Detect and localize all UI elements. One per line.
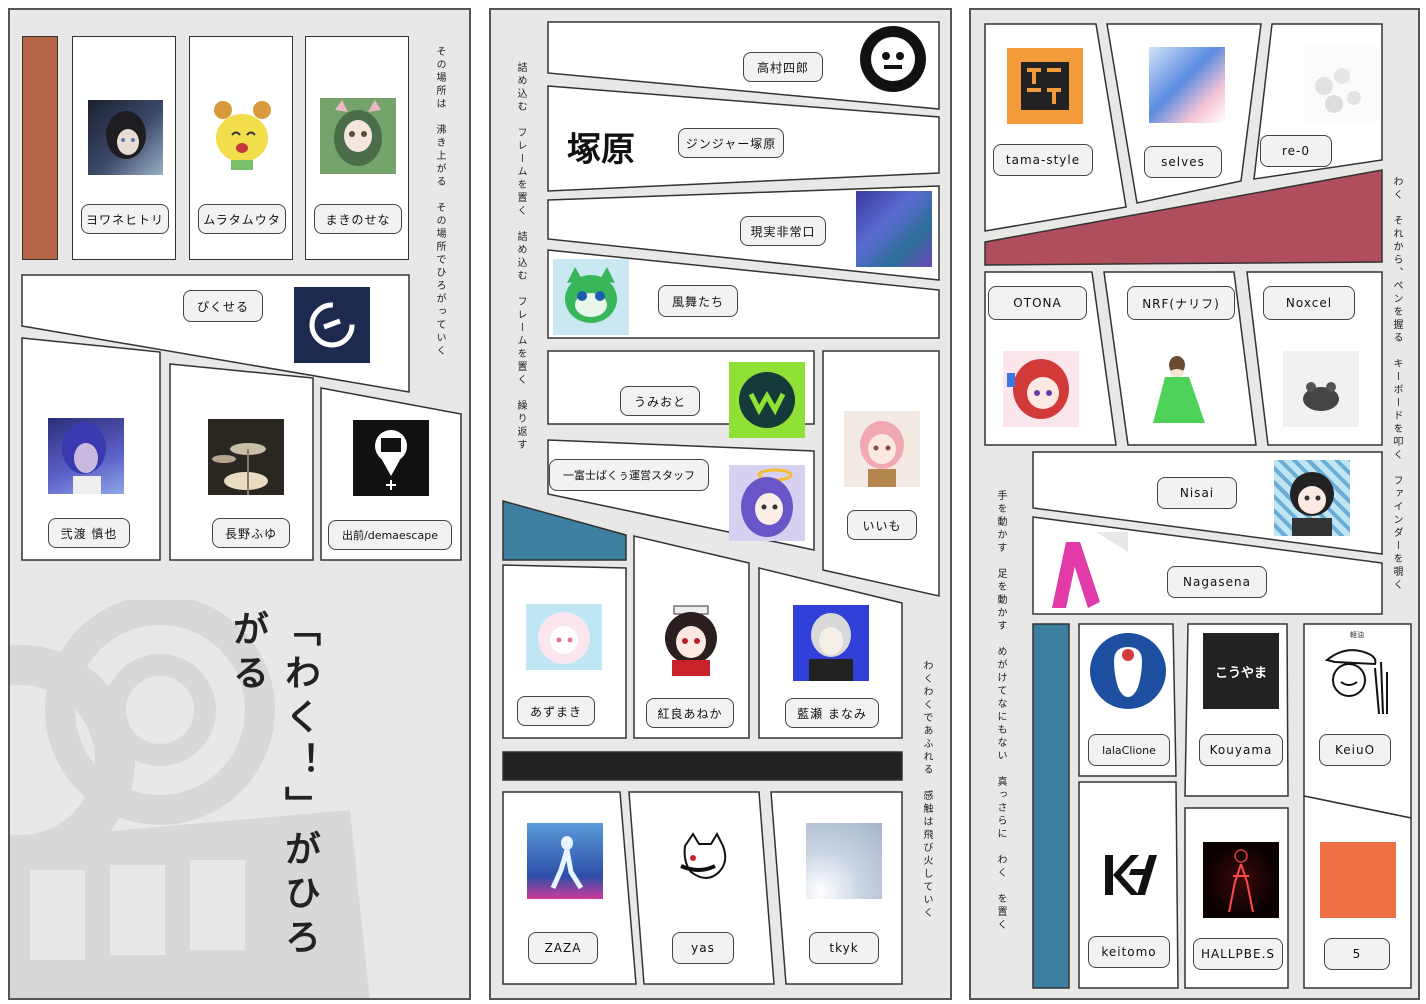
avatar-iimo <box>844 411 920 487</box>
name-bubble: HALLPBE.S <box>1193 938 1283 970</box>
avatar-keiuo <box>1319 638 1395 714</box>
page-left: ヨワネヒトリ ムラタムウタ まきのせな その場所は 沸き上がる その場所でひろが… <box>8 8 471 1000</box>
name-bubble: まきのせな <box>314 204 402 234</box>
name-bubble: OTONA <box>988 286 1087 320</box>
name-bubble: 長野ふゆ <box>212 518 290 548</box>
avatar-nito <box>48 418 124 494</box>
name-bubble: 風舞たち <box>658 285 738 317</box>
panel-yowane: ヨワネヒトリ <box>72 36 176 260</box>
name-bubble: tkyk <box>809 932 879 964</box>
name-bubble: lalaClione <box>1088 734 1170 766</box>
name-bubble: KeiuO <box>1319 734 1391 766</box>
name-bubble: NRF(ナリフ) <box>1127 286 1235 320</box>
page-middle: 詰め込む フレームを置く 詰め込む フレームを置く 繰り返す わくわくであふれる… <box>489 8 952 1000</box>
name-bubble: 現実非常口 <box>740 216 826 246</box>
avatar-ichifuji <box>729 465 805 541</box>
name-bubble: 一富士ばくぅ運営スタッフ <box>549 459 709 491</box>
name-bubble: Kouyama <box>1199 734 1283 766</box>
name-bubble: 紅良あねか <box>646 698 734 728</box>
avatar-tkyk <box>806 823 882 899</box>
page1-title: 「わく！」がひろがる <box>227 610 321 962</box>
avatar-nrf <box>1143 351 1219 427</box>
avatar-nisai <box>1274 460 1350 536</box>
name-bubble: ヨワネヒトリ <box>81 204 169 234</box>
takamura-badge-icon <box>860 26 926 92</box>
name-bubble: 藍瀬 まなみ <box>785 698 879 728</box>
avatar-hallpbe <box>1203 842 1279 918</box>
name-bubble: yas <box>672 932 734 964</box>
page3-mid-text: 手を動かす 足を動かす めがけてなにもない 真っさらに わく を置く <box>995 490 1006 932</box>
avatar-kazamai <box>553 259 629 335</box>
name-bubble: 高村四郎 <box>743 52 823 82</box>
avatar-5 <box>1320 842 1396 918</box>
name-bubble: ムラタムウタ <box>198 204 286 234</box>
avatar-murata <box>205 100 280 175</box>
avatar-noxcel <box>1283 351 1359 427</box>
avatar-aneka <box>654 604 728 676</box>
umioto-logo-icon <box>729 362 805 438</box>
name-bubble: Nagasena <box>1167 566 1267 598</box>
panel-makino: まきのせな <box>305 36 409 260</box>
avatar-yowane <box>88 100 163 175</box>
avatar-genjitsu <box>856 191 932 267</box>
name-bubble: ZAZA <box>528 932 598 964</box>
avatar-azumaki <box>526 604 602 670</box>
name-bubble: 5 <box>1324 938 1390 970</box>
yas-logo-icon <box>673 832 733 888</box>
name-bubble: re-0 <box>1260 135 1332 167</box>
avatar-otona <box>1003 351 1079 427</box>
panel-murata: ムラタムウタ <box>189 36 293 260</box>
page2-outro-text: わくわくであふれる 感触は飛び火していく <box>921 660 932 920</box>
pixel-logo-icon <box>294 287 370 363</box>
page-right: わく それから、ペンを握る キーボードを叩く ファインダーを覗く 手を動かす 足… <box>969 8 1420 1000</box>
name-bubble: Nisai <box>1157 477 1237 509</box>
avatar-re0 <box>1304 46 1380 122</box>
tsukahara-logo: 塚原 <box>567 130 635 170</box>
avatar-manami <box>793 605 869 681</box>
name-bubble: 出前/demaescape <box>328 520 452 550</box>
rust-block <box>22 36 58 260</box>
name-bubble: あずまき <box>517 696 595 726</box>
kouyama-logo-icon: こうやま <box>1203 633 1279 709</box>
name-bubble: 弐渡 慎也 <box>48 518 130 548</box>
demae-logo-icon <box>353 420 429 496</box>
name-bubble: うみおと <box>620 386 700 416</box>
page3-intro-text: わく それから、ペンを握る キーボードを叩く ファインダーを覗く <box>1391 176 1402 592</box>
keitomo-logo-icon <box>1091 837 1167 913</box>
name-bubble: tama-style <box>993 144 1093 176</box>
avatar-nagano <box>208 419 284 495</box>
name-bubble: keitomo <box>1088 936 1170 968</box>
avatar-makino <box>320 98 396 174</box>
page1-intro-text: その場所は 沸き上がる その場所でひろがっていく <box>434 46 445 358</box>
page2-intro-text: 詰め込む フレームを置く 詰め込む フレームを置く 繰り返す <box>515 62 526 452</box>
name-bubble: selves <box>1144 146 1222 178</box>
name-bubble: いいも <box>847 510 917 540</box>
avatar-selves <box>1149 47 1225 123</box>
tama-style-logo-icon <box>1007 48 1083 124</box>
name-bubble: Noxcel <box>1263 286 1355 320</box>
lalaclione-logo-icon <box>1090 633 1166 709</box>
name-bubble: ぴくせる <box>183 290 263 322</box>
kouyama-logo-text: こうやま <box>1214 665 1267 681</box>
avatar-zaza <box>527 823 603 899</box>
name-bubble: ジンジャー塚原 <box>678 128 784 158</box>
avatar-nagasena <box>1052 532 1128 608</box>
